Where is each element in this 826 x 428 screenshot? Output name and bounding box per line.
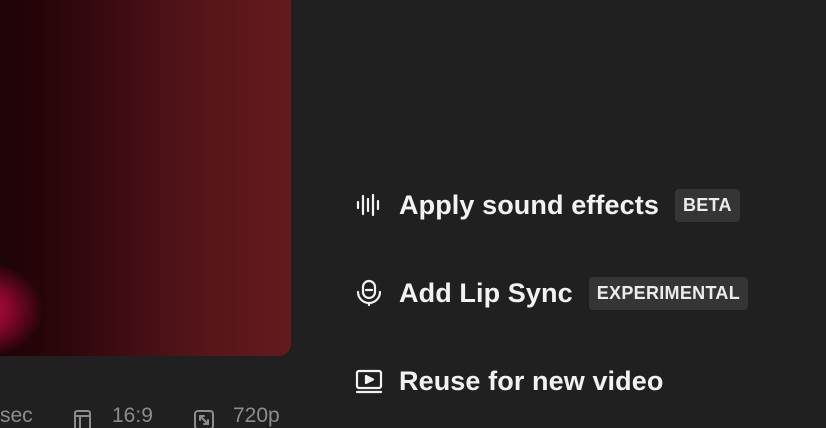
lip-sync-icon bbox=[353, 277, 385, 309]
action-label: Apply sound effects bbox=[399, 189, 659, 220]
action-label: Add Lip Sync bbox=[399, 277, 573, 308]
reuse-for-new-video-button[interactable]: Reuse for new video bbox=[353, 361, 663, 401]
resolution-text: 720p bbox=[233, 404, 280, 427]
play-screen-icon bbox=[353, 365, 385, 397]
aspect-ratio-icon bbox=[72, 408, 96, 428]
aspect-ratio-text: 16:9 bbox=[112, 404, 153, 427]
expand-icon bbox=[192, 408, 216, 428]
add-lip-sync-button[interactable]: Add Lip Sync EXPERIMENTAL bbox=[353, 273, 748, 313]
video-result-panel: sec 16:9 720p Apply sound effects BETA A… bbox=[0, 0, 826, 428]
sound-wave-icon bbox=[353, 189, 385, 221]
experimental-badge: EXPERIMENTAL bbox=[588, 276, 748, 310]
action-label: Reuse for new video bbox=[399, 365, 664, 396]
duration-text: sec bbox=[0, 404, 33, 427]
beta-badge: BETA bbox=[674, 188, 740, 222]
video-preview-thumbnail[interactable] bbox=[0, 0, 291, 356]
apply-sound-effects-button[interactable]: Apply sound effects BETA bbox=[353, 185, 740, 225]
